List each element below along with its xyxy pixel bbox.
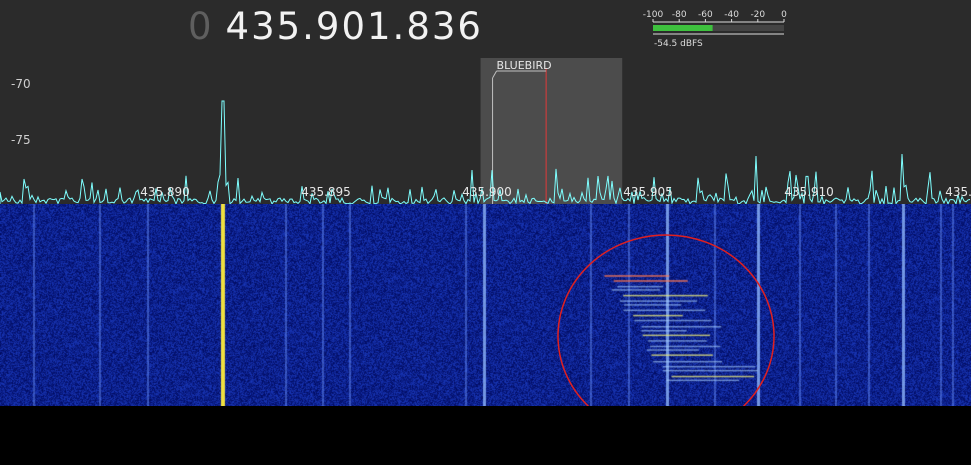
spectrum-y-label: -70 bbox=[11, 77, 31, 91]
meter-scale-label: -20 bbox=[750, 10, 765, 20]
sdr-app: 0 435.901.836 -100 -80 -60 -40 -20 0 -54.5 dBF… bbox=[0, 0, 971, 465]
meter-readout: -54.5 dBFS bbox=[654, 39, 703, 49]
frequency-prefix-digit[interactable]: 0 bbox=[188, 5, 214, 48]
frequency-tick-label: 435.910 bbox=[784, 185, 834, 199]
passband-layer: BLUEBIRD bbox=[480, 58, 623, 204]
bottom-blank-area bbox=[0, 406, 971, 465]
meter-scale-label: 0 bbox=[781, 10, 787, 20]
signal-meter-graphic: -100 -80 -60 -40 -20 0 -54.5 dBFS bbox=[643, 10, 787, 49]
frequency-tick-label: 435.915 bbox=[945, 185, 971, 199]
passband-label: BLUEBIRD bbox=[497, 59, 552, 72]
waterfall-overlay bbox=[557, 234, 775, 406]
spectrum-y-label: -75 bbox=[11, 133, 31, 147]
meter-scale-label: -40 bbox=[724, 10, 739, 20]
header-bar: 0 435.901.836 -100 -80 -60 -40 -20 0 -54.5 dBF… bbox=[0, 0, 971, 58]
frequency-value[interactable]: 435.901.836 bbox=[226, 5, 483, 48]
signal-highlight-circle bbox=[557, 234, 775, 406]
frequency-tick-label: 435.900 bbox=[462, 185, 512, 199]
frequency-tick-label: 435.905 bbox=[623, 185, 673, 199]
spectrum-y-axis: -70 -75 bbox=[11, 77, 31, 147]
frequency-tick-label: 435.895 bbox=[301, 185, 351, 199]
waterfall-panel[interactable] bbox=[0, 204, 971, 406]
meter-scale-label: -80 bbox=[672, 10, 687, 20]
filter-passband[interactable] bbox=[480, 58, 623, 204]
frequency-display[interactable]: 0 435.901.836 bbox=[188, 4, 483, 50]
meter-scale-label: -60 bbox=[698, 10, 713, 20]
spectrum-panel[interactable]: BLUEBIRD -70 -75 435.890 435.895 435.900 435… bbox=[0, 58, 971, 204]
signal-level-meter: -100 -80 -60 -40 -20 0 -54.5 dBFS bbox=[640, 6, 790, 52]
spectrum-plot[interactable]: BLUEBIRD -70 -75 435.890 435.895 435.900 435… bbox=[0, 58, 971, 204]
meter-scale-label: -100 bbox=[643, 10, 664, 20]
meter-scale: -100 -80 -60 -40 -20 0 bbox=[643, 10, 787, 22]
meter-level-bar bbox=[653, 25, 713, 31]
frequency-tick-label: 435.890 bbox=[140, 185, 190, 199]
